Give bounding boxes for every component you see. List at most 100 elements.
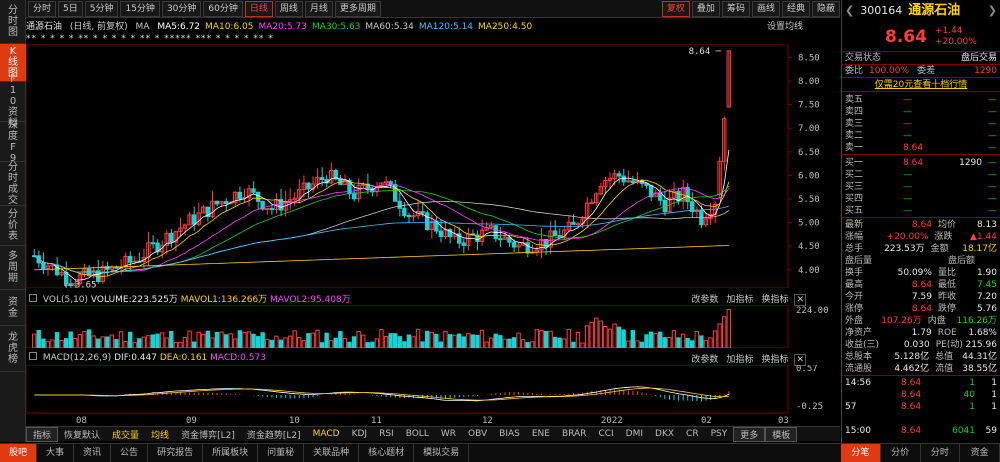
vol-bar xyxy=(402,341,407,348)
left-tab-3[interactable]: 深度F9 xyxy=(0,120,26,164)
indicator-tab-1[interactable]: 恢复默认 xyxy=(58,428,106,441)
left-tab-label: 龙虎榜 xyxy=(8,332,18,365)
indicator-tab-2[interactable]: 成交量 xyxy=(106,428,145,441)
macd-val: MACD:0.573 xyxy=(210,353,266,363)
stat-value: 50.09% xyxy=(897,268,932,278)
bottom-tab-7[interactable]: 关联品种 xyxy=(304,443,360,462)
macd-check-icon[interactable] xyxy=(29,352,37,360)
bottom-tab-8[interactable]: 核心题材 xyxy=(359,443,415,462)
tick-time: 15:00 xyxy=(845,426,871,436)
menu-icon[interactable]: ❮ xyxy=(845,0,854,22)
stat-row: 总手 223.53万 金额 18.17亿 xyxy=(842,243,1000,255)
indicator-tab-3[interactable]: 均线 xyxy=(145,428,175,441)
stat-row: 净资产 1.79 ROE 1.68% xyxy=(842,327,1000,339)
indicator-tab-13[interactable]: ENE xyxy=(526,429,556,439)
toolbar-right-3[interactable]: 画线 xyxy=(751,0,780,17)
vol-bar xyxy=(54,332,60,348)
stat-value-2: 44.31亿 xyxy=(962,352,997,362)
toolbar-right-1[interactable]: 叠加 xyxy=(691,0,720,17)
kline-chart[interactable]: 8.50 8.00 7.50 7.00 6.50 6.00 5.50 5.00 4.50 4.00… xyxy=(26,44,840,288)
bottom-tab-9[interactable]: 模拟交易 xyxy=(414,443,470,462)
vol-check-icon[interactable] xyxy=(29,294,37,302)
indicator-tab-15[interactable]: CCI xyxy=(592,429,619,439)
indicator-tab-5[interactable]: 资金趋势[L2] xyxy=(241,428,307,441)
vol-action-0[interactable]: 改参数 xyxy=(691,295,718,305)
quote-tab-2[interactable]: 分时 xyxy=(921,444,961,462)
bottom-tab-2[interactable]: 资讯 xyxy=(74,443,112,462)
next-icon[interactable]: ❯ xyxy=(988,0,997,22)
macd-action-0[interactable]: 改参数 xyxy=(691,355,718,365)
toolbar-right-0[interactable]: 复权 xyxy=(661,0,690,17)
left-tab-8[interactable]: 龙虎榜 xyxy=(0,326,26,372)
toolbar-right-4[interactable]: 经典 xyxy=(781,0,810,17)
quote-tab-0[interactable]: 分笔 xyxy=(841,444,881,462)
vol-bar xyxy=(324,332,329,348)
vol-bar xyxy=(621,329,626,348)
stat-value: 4.462亿 xyxy=(894,364,930,374)
ma-setting-button[interactable]: 设置均线 xyxy=(767,19,803,32)
bottom-tab-6[interactable]: 问董秘 xyxy=(258,443,305,462)
left-tab-5[interactable]: 分价表 xyxy=(0,206,26,246)
indicator-tab-9[interactable]: BOLL xyxy=(400,429,435,439)
left-tab-0[interactable]: 分时图 xyxy=(0,0,26,44)
quote-bottom-tabs: 分笔 分价 分时 资金 xyxy=(841,443,1000,462)
left-tab-7[interactable]: 资金 xyxy=(0,290,26,326)
vol-action-2[interactable]: 换指标 xyxy=(761,295,788,305)
period-6[interactable]: 日线 xyxy=(244,0,273,17)
indicator-tab-20[interactable]: 更多 xyxy=(733,426,766,442)
vol-bar xyxy=(502,338,508,348)
indicator-tab-4[interactable]: 资金博弈[L2] xyxy=(175,428,241,441)
vol-bar xyxy=(114,339,119,348)
indicator-tab-12[interactable]: BIAS xyxy=(493,429,526,439)
indicator-tab-19[interactable]: PSY xyxy=(705,429,734,439)
period-8[interactable]: 月线 xyxy=(304,0,333,17)
ma-item-1: MA10:6.05 xyxy=(205,22,254,32)
vol-action-1[interactable]: 加指标 xyxy=(726,295,753,305)
kchart-frame xyxy=(26,44,789,288)
period-7[interactable]: 周线 xyxy=(274,0,303,17)
indicator-tab-14[interactable]: BRAR xyxy=(556,429,592,439)
left-tab-4[interactable]: 分时成交 xyxy=(0,162,26,206)
bottom-tab-5[interactable]: 所属板块 xyxy=(203,443,259,462)
vol-bar xyxy=(196,331,201,348)
macd-action-1[interactable]: 加指标 xyxy=(726,355,753,365)
period-4[interactable]: 30分钟 xyxy=(161,0,202,17)
quote-tab-1[interactable]: 分价 xyxy=(881,444,921,462)
quote-tab-3[interactable]: 资金 xyxy=(960,444,1000,462)
indicator-tab-21[interactable]: 模板 xyxy=(765,426,798,442)
period-toolbar: 分时 5日 5分钟 15分钟 30分钟 60分钟 日线 周线 月线 更多周期 复权 叠加 筹码 画线 经典… xyxy=(26,0,840,18)
indicator-tab-17[interactable]: DKX xyxy=(649,429,680,439)
indicator-tab-18[interactable]: CR xyxy=(680,429,705,439)
indicator-tab-6[interactable]: MACD xyxy=(307,429,346,439)
indicator-tab-16[interactable]: DMI xyxy=(620,429,649,439)
bottom-tab-3[interactable]: 公告 xyxy=(111,443,149,462)
price-change-pct: +20.00% xyxy=(934,36,977,47)
volume-chart[interactable]: 224.00 xyxy=(26,305,840,348)
macd-action-2[interactable]: 换指标 xyxy=(761,355,788,365)
stat-row: 流通股 4.462亿 流值 38.55亿 xyxy=(842,363,1000,375)
indicator-tab-11[interactable]: OBV xyxy=(462,429,493,439)
period-5[interactable]: 60分钟 xyxy=(203,0,243,17)
vol-bar xyxy=(498,335,503,348)
vol-bar xyxy=(708,337,713,348)
indicator-tab-0[interactable]: 指标 xyxy=(26,426,59,442)
promo-link[interactable]: 仅需20元查看十档行情 xyxy=(875,78,967,91)
indicator-tab-10[interactable]: WR xyxy=(435,429,462,439)
macd-chart[interactable]: 0.57 -0.25 08 09 10 11 12 2022 02 03 xyxy=(26,365,840,425)
left-tab-2[interactable]: F10资料 xyxy=(0,74,26,129)
left-tab-6[interactable]: 多周期 xyxy=(0,246,26,290)
toolbar-right-2[interactable]: 筹码 xyxy=(721,0,750,17)
bottom-tab-0[interactable]: 股吧 xyxy=(0,443,38,462)
toolbar-right-5[interactable]: 隐蔽 xyxy=(811,0,840,17)
period-9[interactable]: 更多周期 xyxy=(334,0,381,17)
indicator-tab-7[interactable]: KDJ xyxy=(346,429,374,439)
indicator-tab-8[interactable]: RSI xyxy=(373,429,400,439)
period-1[interactable]: 5日 xyxy=(58,0,83,17)
bottom-tab-1[interactable]: 大事 xyxy=(37,443,75,462)
period-3[interactable]: 15分钟 xyxy=(120,0,160,17)
vol-bar xyxy=(173,342,179,348)
period-2[interactable]: 5分钟 xyxy=(84,0,119,17)
vol-bar xyxy=(182,336,188,348)
bottom-tab-4[interactable]: 研究报告 xyxy=(148,443,204,462)
period-0[interactable]: 分时 xyxy=(28,0,57,17)
